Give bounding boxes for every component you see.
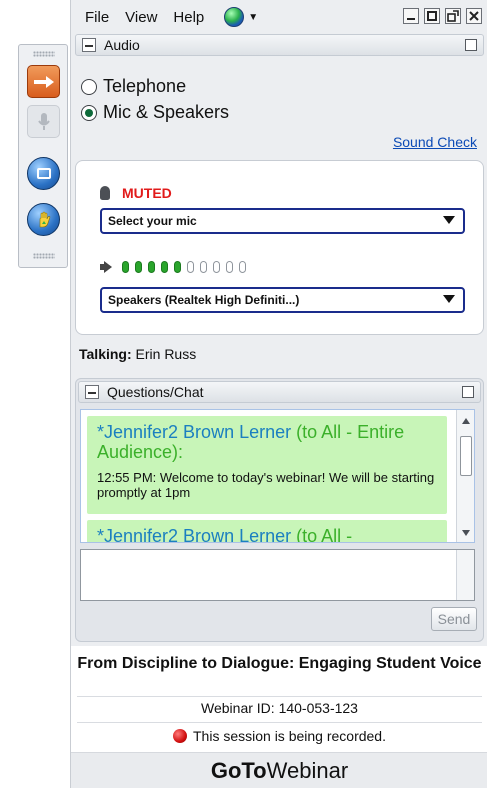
- telephone-option[interactable]: Telephone: [81, 76, 186, 97]
- chat-scope: (to All -: [296, 526, 353, 543]
- microphone-icon: [100, 186, 110, 200]
- minimize-button[interactable]: [403, 8, 419, 24]
- brand-primary: GoTo: [210, 757, 267, 783]
- chat-input-field[interactable]: [80, 549, 475, 601]
- speaker-volume-row: [100, 261, 246, 273]
- mic-muted-status: MUTED: [122, 185, 172, 201]
- raise-hand-button[interactable]: [27, 203, 60, 236]
- menu-help[interactable]: Help: [173, 9, 204, 26]
- webinar-title: From Discipline to Dialogue: Engaging St…: [77, 655, 482, 672]
- chat-author-name: *Jennifer2 Brown Lerner: [97, 526, 292, 543]
- speaker-icon: [100, 261, 114, 273]
- collapse-chat-button[interactable]: [85, 385, 99, 399]
- chat-panel-header: Questions/Chat: [78, 381, 481, 403]
- popout-icon[interactable]: [465, 39, 477, 51]
- webinar-id: Webinar ID: 140-053-123: [201, 700, 358, 716]
- audio-panel-title: Audio: [104, 37, 140, 53]
- chat-scrollbar[interactable]: [456, 410, 474, 542]
- divider: [77, 722, 482, 723]
- telephone-label: Telephone: [103, 76, 187, 96]
- maximize-icon: [427, 11, 437, 21]
- minimize-icon: [407, 18, 415, 20]
- volume-bar: [213, 261, 220, 273]
- divider: [77, 696, 482, 697]
- menu-bar: File View Help ▼: [71, 0, 487, 34]
- scroll-down-icon[interactable]: [462, 530, 470, 536]
- mic-select[interactable]: Select your mic: [100, 208, 465, 234]
- radio-mic-speakers[interactable]: [81, 104, 97, 121]
- audio-settings-box: MUTED Select your mic Speakers (Realtek …: [75, 160, 484, 335]
- show-screen-button[interactable]: [27, 157, 60, 190]
- chat-body: 12:55 PM: Welcome to today's webinar! We…: [97, 470, 435, 500]
- recording-notice: This session is being recorded.: [71, 728, 487, 744]
- hand-icon: [39, 211, 50, 227]
- speaker-select-value: Speakers (Realtek High Definiti...): [108, 293, 300, 307]
- chat-author: *Jennifer2 Brown Lerner (to All - Entire…: [97, 422, 437, 462]
- chat-message: *Jennifer2 Brown Lerner (to All - Entire…: [87, 416, 447, 514]
- chat-author: *Jennifer2 Brown Lerner (to All -: [97, 526, 437, 543]
- volume-bar: [135, 261, 142, 273]
- talking-name: Erin Russ: [135, 346, 197, 362]
- webinar-footer: From Discipline to Dialogue: Engaging St…: [71, 646, 487, 788]
- floating-control-toolbar: [18, 44, 68, 268]
- volume-bar: [161, 261, 168, 273]
- volume-bar: [239, 261, 246, 273]
- chat-panel-title: Questions/Chat: [107, 384, 204, 400]
- chat-message: *Jennifer2 Brown Lerner (to All -: [87, 520, 447, 543]
- collapse-audio-button[interactable]: [82, 38, 96, 52]
- audio-panel-header: Audio: [75, 34, 484, 56]
- volume-bar: [174, 261, 181, 273]
- recording-icon: [173, 729, 187, 743]
- sound-check-link[interactable]: Sound Check: [393, 134, 477, 150]
- menu-file[interactable]: File: [85, 9, 109, 26]
- chat-author-name: *Jennifer2 Brown Lerner: [97, 422, 292, 442]
- maximize-button[interactable]: [424, 8, 440, 24]
- gotowebinar-control-panel: File View Help ▼ Audio Telephone Mic & S…: [70, 0, 487, 788]
- menu-view[interactable]: View: [125, 9, 157, 26]
- chevron-down-icon[interactable]: ▼: [248, 12, 258, 23]
- questions-chat-panel: Questions/Chat *Jennifer2 Brown Lerner (…: [75, 378, 484, 642]
- chat-message-list[interactable]: *Jennifer2 Brown Lerner (to All - Entire…: [80, 409, 475, 543]
- mic-select-value: Select your mic: [108, 214, 197, 228]
- chevron-down-icon: [443, 295, 455, 303]
- popout-icon[interactable]: [462, 386, 474, 398]
- talking-label: Talking:: [79, 346, 132, 362]
- volume-bar: [148, 261, 155, 273]
- volume-bar: [200, 261, 207, 273]
- globe-icon[interactable]: [224, 7, 245, 27]
- scroll-up-icon[interactable]: [462, 418, 470, 424]
- close-icon: [469, 11, 479, 21]
- popout-icon: [447, 10, 459, 22]
- microphone-icon: [37, 112, 50, 130]
- brand-logo: GoTo Webinar: [71, 752, 487, 788]
- recording-text: This session is being recorded.: [193, 728, 386, 744]
- chevron-down-icon: [443, 216, 455, 224]
- popout-window-button[interactable]: [445, 8, 461, 24]
- brand-secondary: Webinar: [266, 757, 349, 783]
- radio-telephone[interactable]: [81, 78, 97, 95]
- mic-speakers-label: Mic & Speakers: [103, 102, 230, 122]
- screen-icon: [36, 167, 51, 179]
- input-scrollbar[interactable]: [456, 550, 474, 600]
- scroll-thumb[interactable]: [460, 436, 472, 476]
- close-button[interactable]: [466, 8, 482, 24]
- talking-indicator: Talking: Erin Russ: [79, 346, 196, 362]
- mic-toggle-button[interactable]: [27, 105, 60, 138]
- volume-bar: [226, 261, 233, 273]
- expand-panel-button[interactable]: [27, 65, 60, 98]
- volume-bar: [122, 261, 129, 273]
- send-button[interactable]: Send: [431, 607, 477, 631]
- mic-speakers-option[interactable]: Mic & Speakers: [81, 102, 229, 123]
- volume-bar: [187, 261, 194, 273]
- window-controls: [403, 8, 482, 24]
- toolbar-grip-top[interactable]: [33, 51, 55, 57]
- mic-status-row: MUTED: [100, 185, 172, 201]
- toolbar-grip-bottom[interactable]: [33, 253, 55, 259]
- speaker-select[interactable]: Speakers (Realtek High Definiti...): [100, 287, 465, 313]
- arrow-right-icon: [33, 75, 54, 88]
